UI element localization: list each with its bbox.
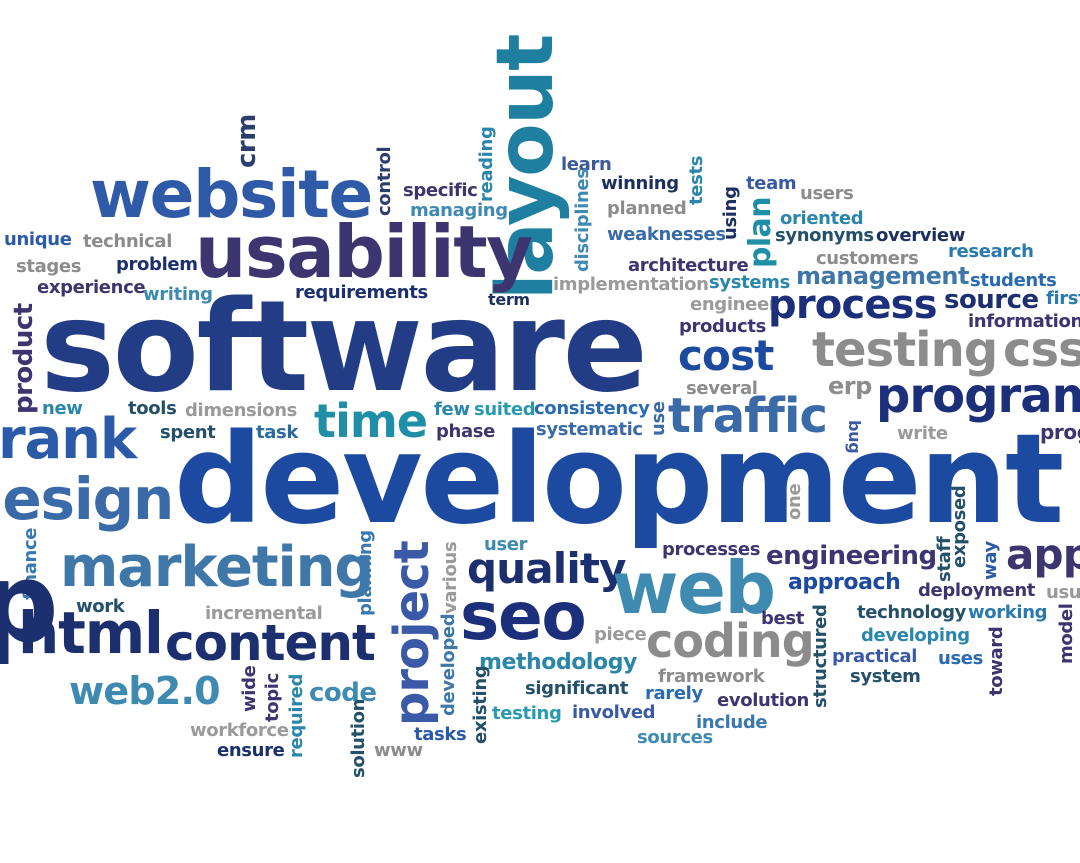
word-processes: processes [662, 539, 761, 560]
word-web20: web2.0 [69, 669, 221, 713]
word-control: control [374, 146, 395, 216]
word-planned: planned [607, 198, 687, 219]
word-testing-small: testing [492, 703, 562, 724]
word-approach: approach [788, 570, 901, 595]
word-developing: developing [861, 625, 970, 646]
word-synonyms: synonyms [775, 225, 874, 246]
word-product: product [9, 303, 39, 414]
word-disciplines: disciplines [572, 168, 593, 272]
word-tasks: tasks [414, 724, 467, 745]
word-planning: planning [355, 530, 376, 616]
word-topic: topic [262, 673, 283, 722]
word-content: content [165, 614, 376, 672]
word-design: design [0, 465, 174, 533]
word-erp: erp [828, 372, 872, 400]
word-various: various [440, 541, 461, 614]
word-applications: applications [1006, 530, 1080, 579]
word-research: research [948, 241, 1034, 262]
word-engineer: engineer [690, 294, 778, 315]
word-using: using [720, 186, 741, 240]
word-project: project [384, 541, 440, 726]
word-sources: sources [637, 727, 713, 748]
word-engineering: engineering [766, 541, 937, 571]
word-one: one [784, 483, 805, 520]
word-cloud: crm website control reading specific man… [0, 0, 1080, 863]
word-software: software [40, 273, 648, 420]
word-model: model [1056, 603, 1077, 664]
word-ensure: ensure [217, 740, 285, 761]
word-developed: developed [438, 613, 459, 716]
word-working: working [968, 602, 1048, 623]
word-css: css [1003, 322, 1080, 378]
word-first: first [1046, 288, 1080, 309]
word-development: development [174, 408, 1064, 552]
word-plan: plan [743, 197, 778, 268]
word-winning: winning [601, 173, 679, 194]
word-deployment: deployment [918, 580, 1036, 601]
word-workforce: workforce [190, 720, 289, 741]
word-toward: toward [986, 626, 1007, 696]
word-significant: significant [525, 678, 629, 699]
word-methodology: methodology [479, 650, 637, 675]
word-system: system [850, 666, 921, 687]
word-wide: wide [239, 665, 260, 712]
word-best: best [761, 608, 804, 629]
word-usual: usual [1046, 582, 1080, 603]
word-users: users [800, 183, 854, 204]
word-html: html [18, 599, 164, 667]
word-uses: uses [938, 648, 984, 669]
word-problem: problem [116, 254, 198, 275]
word-technical: technical [83, 231, 173, 252]
word-specific: specific [403, 180, 478, 201]
word-weaknesses: weaknesses [607, 224, 726, 245]
word-involved: involved [572, 702, 656, 723]
word-seo: seo [460, 578, 587, 655]
word-source: source [944, 285, 1039, 315]
word-practical: practical [832, 646, 918, 667]
word-evolution: evolution [717, 690, 810, 711]
word-existing: existing [470, 665, 491, 744]
word-rank: rank [0, 407, 137, 472]
word-cost: cost [678, 331, 774, 380]
word-team: team [746, 173, 797, 194]
word-technology: technology [857, 602, 967, 623]
word-structured: structured [810, 604, 831, 708]
word-tests: tests [686, 155, 707, 205]
word-marketing: marketing [60, 535, 374, 600]
word-rarely: rarely [645, 683, 703, 704]
word-solution: solution [348, 698, 369, 778]
word-testing-big: testing [812, 322, 998, 378]
word-required: required [286, 673, 307, 758]
word-way: way [980, 541, 1001, 580]
word-exposed: exposed [949, 485, 970, 568]
word-unique: unique [4, 229, 72, 250]
word-process: process [768, 282, 938, 328]
